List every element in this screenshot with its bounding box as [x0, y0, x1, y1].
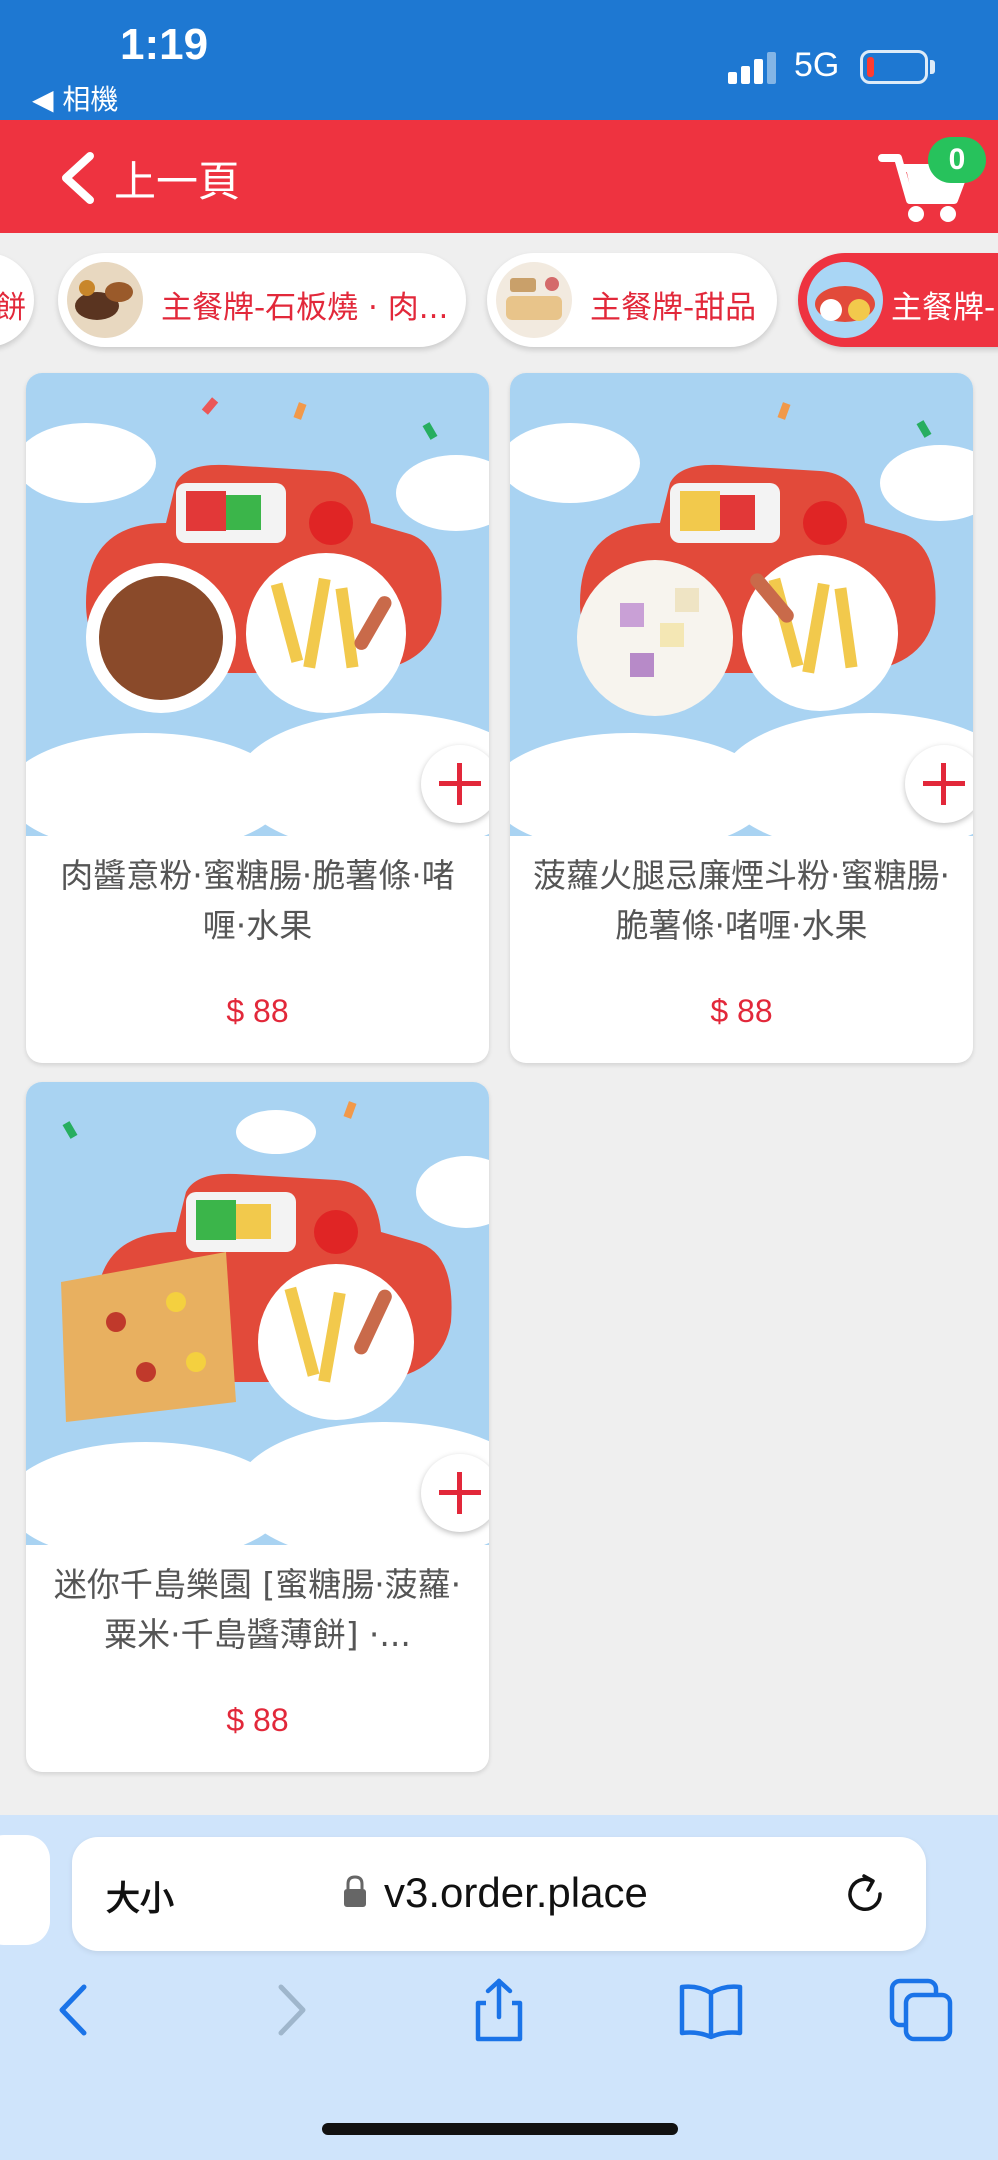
add-to-cart-button[interactable]: [421, 745, 489, 823]
reload-icon[interactable]: [842, 1871, 888, 1917]
category-label: 主餐牌-石板燒 · 肉...: [161, 290, 449, 326]
product-image: [510, 373, 973, 836]
category-tab-2[interactable]: 主餐牌-甜品: [487, 253, 777, 347]
product-name: 迷你千島樂園 [蜜糖腸·菠蘿·粟米·千島醬薄餅] ·...: [53, 1565, 462, 1654]
status-bar: 1:19 ◀ 相機 5G: [0, 0, 998, 120]
product-card[interactable]: 菠蘿火腿忌廉煙斗粉·蜜糖腸·脆薯條·啫喱·水果 $ 88: [510, 373, 973, 1063]
back-chevron-icon[interactable]: [52, 150, 104, 206]
add-to-cart-button[interactable]: [421, 1454, 489, 1532]
battery-icon: [860, 50, 928, 84]
category-thumbnail: [67, 262, 143, 338]
address-bar[interactable]: 大小 v3.order.place: [72, 1837, 926, 1951]
product-name: 肉醬意粉·蜜糖腸·脆薯條·啫喱·水果: [60, 856, 455, 945]
category-thumbnail: [496, 262, 572, 338]
back-button-label[interactable]: 上一頁: [114, 148, 240, 209]
product-image: [26, 373, 489, 836]
cart-count-badge: 0: [928, 137, 986, 183]
product-card[interactable]: 肉醬意粉·蜜糖腸·脆薯條·啫喱·水果 $ 88: [26, 373, 489, 1063]
add-to-cart-button[interactable]: [905, 745, 973, 823]
back-to-app-link[interactable]: ◀ 相機: [32, 78, 118, 118]
browser-forward-icon[interactable]: [255, 1975, 325, 2045]
url-text: v3.order.place: [384, 1869, 648, 1916]
product-name: 菠蘿火腿忌廉煙斗粉·蜜糖腸·脆薯條·啫喱·水果: [533, 856, 950, 945]
category-tab-1[interactable]: 主餐牌-石板燒 · 肉...: [58, 253, 466, 347]
network-type: 5G: [794, 46, 840, 84]
status-time: 1:19: [120, 20, 209, 69]
share-icon[interactable]: [464, 1975, 534, 2045]
category-thumbnail: [807, 262, 883, 338]
home-indicator: [322, 2123, 678, 2135]
previous-tab-stub[interactable]: [0, 1835, 50, 1945]
battery-tip: [930, 60, 935, 74]
category-label: 餅: [0, 290, 26, 326]
browser-toolbar: 大小 v3.order.place: [0, 1815, 998, 2160]
browser-back-icon[interactable]: [40, 1975, 110, 2045]
tabs-icon[interactable]: [886, 1975, 956, 2045]
product-image: [26, 1082, 489, 1545]
product-price: $ 88: [710, 993, 773, 1029]
category-tabs: 餅 主餐牌-石板燒 · 肉... 主餐牌-甜品 主餐牌-: [0, 233, 998, 363]
product-price: $ 88: [226, 1702, 289, 1738]
category-tab-0[interactable]: 餅: [0, 253, 34, 347]
product-price: $ 88: [226, 993, 289, 1029]
product-card[interactable]: 迷你千島樂園 [蜜糖腸·菠蘿·粟米·千島醬薄餅] ·... $ 88: [26, 1082, 489, 1772]
app-header: 上一頁 0: [0, 120, 998, 233]
category-label: 主餐牌-甜品: [590, 290, 757, 326]
category-label: 主餐牌-: [891, 290, 996, 326]
bookmarks-icon[interactable]: [676, 1975, 746, 2045]
signal-icon: [728, 50, 778, 84]
text-size-button[interactable]: 大小: [106, 1871, 174, 1920]
lock-icon: [344, 1875, 366, 1907]
category-tab-3[interactable]: 主餐牌-: [798, 253, 998, 347]
